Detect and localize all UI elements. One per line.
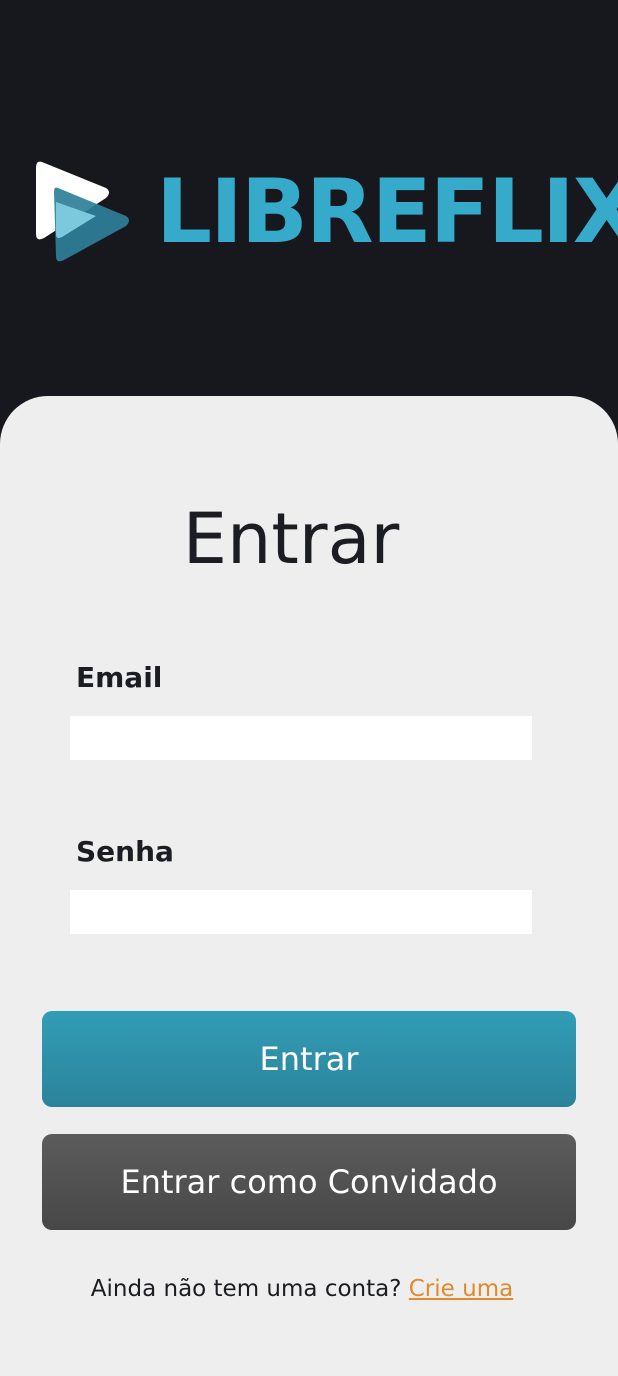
email-label: Email — [76, 661, 163, 694]
email-input[interactable] — [70, 716, 532, 760]
login-button[interactable]: Entrar — [42, 1011, 576, 1107]
login-screen: LIBREFLIX Entrar Email Senha Entrar Entr… — [0, 0, 618, 1376]
brand-name: LIBREFLIX — [156, 160, 618, 263]
signup-link[interactable]: Crie uma — [409, 1276, 513, 1302]
play-triangle-icon — [36, 161, 129, 262]
brand-header: LIBREFLIX — [36, 160, 618, 270]
password-label: Senha — [76, 835, 174, 868]
login-card: Entrar Email Senha Entrar Entrar como Co… — [0, 396, 618, 1376]
signup-row: Ainda não tem uma conta? Crie uma — [0, 1272, 604, 1306]
guest-login-button[interactable]: Entrar como Convidado — [42, 1134, 576, 1230]
page-title: Entrar — [182, 498, 400, 580]
password-input[interactable] — [70, 890, 532, 934]
signup-prompt: Ainda não tem uma conta? — [90, 1276, 402, 1302]
